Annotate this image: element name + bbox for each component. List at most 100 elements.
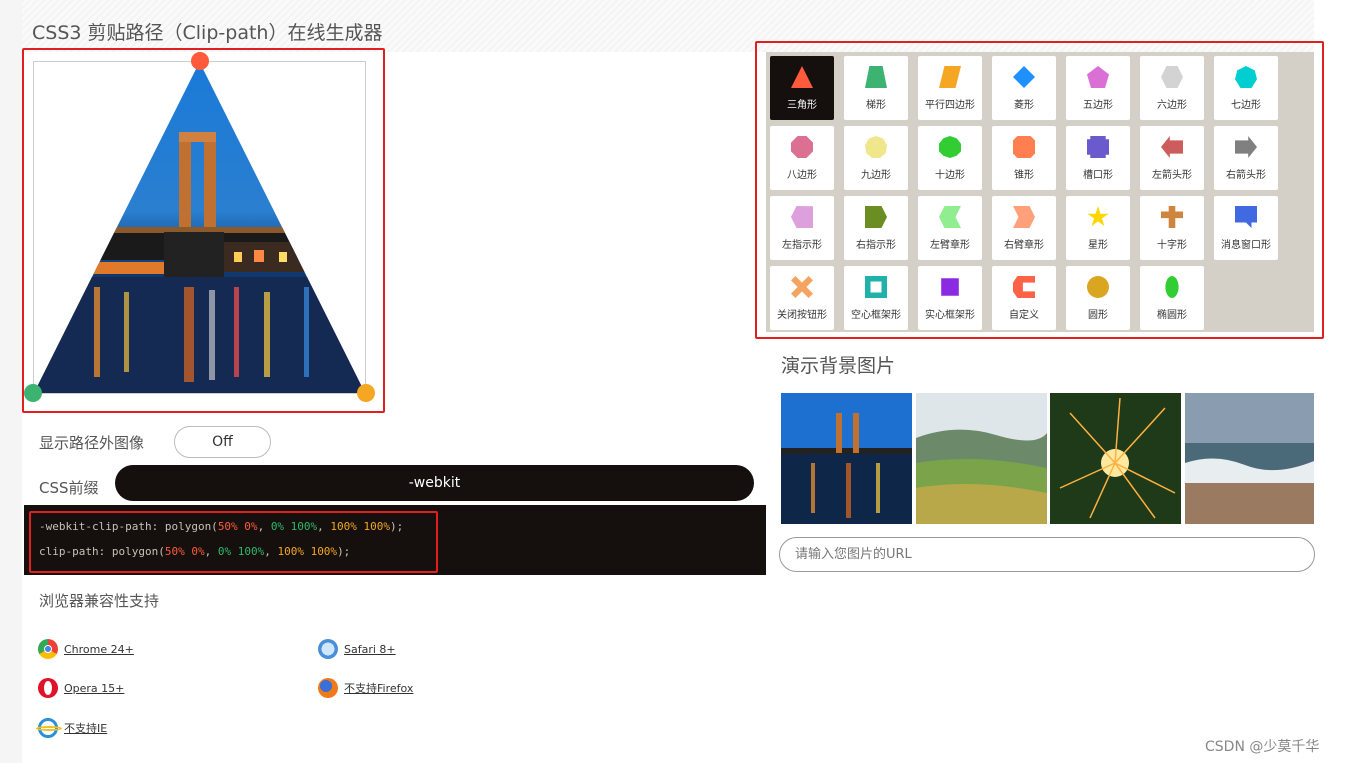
demo-thumb-bridge[interactable] (781, 393, 912, 524)
parallelogram-icon (939, 66, 961, 88)
ie-icon (36, 718, 62, 738)
top-handle[interactable] (191, 52, 209, 70)
shape-option[interactable]: 九边形 (844, 126, 908, 190)
firefox-icon (318, 678, 338, 698)
shape-label: 八边形 (787, 170, 817, 181)
prefix-button[interactable]: -webkit (115, 465, 754, 501)
shape-label: 右箭头形 (1226, 170, 1266, 181)
shape-option[interactable]: 左指示形 (770, 196, 834, 260)
triangle-icon (791, 66, 813, 88)
code-point-1: 50% 0% (164, 545, 205, 558)
compat-title: 浏览器兼容性支持 (39, 592, 160, 610)
shape-option[interactable]: 左箭头形 (1140, 126, 1204, 190)
demo-thumb-sparkler[interactable] (1050, 393, 1181, 524)
bottom-left-handle[interactable] (24, 384, 42, 402)
shape-option[interactable]: 八边形 (770, 126, 834, 190)
browser-chrome[interactable]: Chrome 24+ (38, 639, 134, 659)
right-chevron-icon (1013, 206, 1035, 228)
code-prefix: -webkit-clip-path: polygon( (39, 520, 218, 533)
shape-label: 七边形 (1231, 100, 1261, 111)
shape-label: 梯形 (866, 100, 886, 111)
code-point-3: 100% 100% (277, 545, 338, 558)
shape-option[interactable]: 关闭按钮形 (770, 266, 834, 330)
clip-preview (33, 61, 366, 394)
shape-option[interactable]: 三角形 (770, 56, 834, 120)
code-point-3: 100% 100% (330, 520, 391, 533)
custom-icon (1013, 276, 1035, 298)
rabbet-icon (1087, 136, 1109, 158)
pentagon-icon (1087, 66, 1109, 88)
close-icon (791, 276, 813, 298)
code-prefix: clip-path: polygon( (39, 545, 165, 558)
right-arrow-icon (1235, 136, 1257, 158)
code-line-standard: clip-path: polygon(50% 0%, 0% 100%, 100%… (39, 545, 350, 558)
shape-option[interactable]: 菱形 (992, 56, 1056, 120)
shape-label: 实心框架形 (925, 310, 975, 321)
trapezoid-icon (865, 66, 887, 88)
image-url-input[interactable] (779, 537, 1315, 572)
shape-label: 左指示形 (782, 240, 822, 251)
shape-label: 椭圆形 (1157, 310, 1187, 321)
show-outside-toggle[interactable]: Off (174, 426, 271, 458)
shape-option[interactable]: 槽口形 (1066, 126, 1130, 190)
frame-icon (865, 276, 887, 298)
browser-opera[interactable]: Opera 15+ (38, 678, 124, 698)
shape-label: 右臂章形 (1004, 240, 1044, 251)
shape-option[interactable]: 椭圆形 (1140, 266, 1204, 330)
shape-label: 十字形 (1157, 240, 1187, 251)
shape-option[interactable]: 消息窗口形 (1214, 196, 1278, 260)
circle-icon (1087, 276, 1109, 298)
nonagon-icon (865, 136, 887, 158)
shape-option[interactable]: 左臂章形 (918, 196, 982, 260)
prefix-label: CSS前缀 (39, 479, 99, 497)
left-chevron-icon (939, 206, 961, 228)
opera-icon (38, 678, 58, 698)
shape-option[interactable]: 梯形 (844, 56, 908, 120)
left-point-icon (791, 206, 813, 228)
shape-option[interactable]: 圆形 (1066, 266, 1130, 330)
browser-ie[interactable]: 不支持IE (36, 718, 108, 738)
code-suffix: ); (390, 520, 404, 533)
code-sep: , (317, 520, 331, 533)
left-gutter (0, 0, 22, 763)
shape-label: 锥形 (1014, 170, 1034, 181)
shape-label: 五边形 (1083, 100, 1113, 111)
shape-label: 消息窗口形 (1221, 240, 1271, 251)
star-icon (1087, 206, 1109, 227)
right-point-icon (865, 206, 887, 228)
shape-label: 九边形 (861, 170, 891, 181)
shape-label: 空心框架形 (851, 310, 901, 321)
shape-option[interactable]: 右臂章形 (992, 196, 1056, 260)
browser-label: 不支持IE (64, 722, 108, 735)
shape-option[interactable]: 五边形 (1066, 56, 1130, 120)
shape-option[interactable]: 十边形 (918, 126, 982, 190)
shape-option[interactable]: 星形 (1066, 196, 1130, 260)
shape-option[interactable]: 右指示形 (844, 196, 908, 260)
shape-option[interactable]: 右箭头形 (1214, 126, 1278, 190)
code-point-2: 0% 100% (217, 545, 265, 558)
decagon-icon (939, 136, 961, 158)
shape-option[interactable]: 空心框架形 (844, 266, 908, 330)
shape-option[interactable]: 实心框架形 (918, 266, 982, 330)
browser-firefox[interactable]: 不支持Firefox (318, 678, 413, 698)
shape-label: 自定义 (1009, 310, 1039, 321)
shape-option[interactable]: 平行四边形 (918, 56, 982, 120)
shape-option[interactable]: 六边形 (1140, 56, 1204, 120)
browser-label: Chrome 24+ (64, 642, 134, 656)
shape-option[interactable]: 十字形 (1140, 196, 1204, 260)
show-outside-label: 显示路径外图像 (39, 434, 145, 452)
browser-safari[interactable]: Safari 8+ (318, 639, 396, 659)
shape-option[interactable]: 七边形 (1214, 56, 1278, 120)
shape-label: 六边形 (1157, 100, 1187, 111)
shape-option[interactable]: 锥形 (992, 126, 1056, 190)
shape-label: 右指示形 (856, 240, 896, 251)
safari-icon (318, 639, 338, 659)
shape-label: 槽口形 (1083, 170, 1113, 181)
demo-thumb-beach[interactable] (1185, 393, 1314, 524)
demo-thumb-landscape[interactable] (916, 393, 1047, 524)
shape-option[interactable]: 自定义 (992, 266, 1056, 330)
shape-label: 菱形 (1014, 100, 1034, 111)
chrome-icon (38, 639, 58, 659)
bottom-right-handle[interactable] (357, 384, 375, 402)
code-point-2: 0% 100% (270, 520, 318, 533)
